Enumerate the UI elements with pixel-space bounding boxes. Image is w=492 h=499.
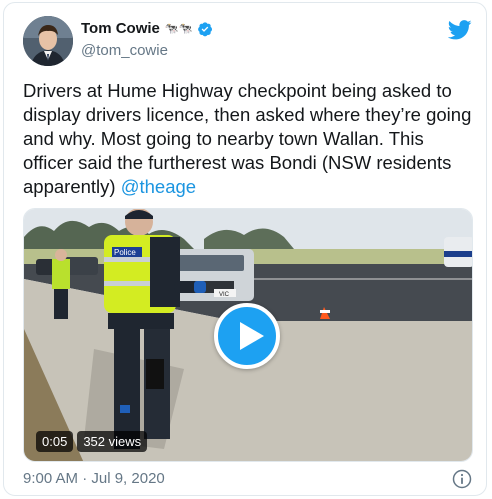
vest-text: Police [114,248,136,257]
play-icon [240,322,264,350]
tweet-card[interactable]: Tom Cowie 🐄🐄 @tom_cowie Drivers at Hume … [3,2,487,496]
tweet-body: Drivers at Hume Highway checkpoint being… [23,80,472,197]
video-views: 352 views [77,431,148,452]
video-player[interactable]: VIC Police 0:05 352 views [23,208,473,462]
tweet-text: Drivers at Hume Highway checkpoint being… [23,79,478,199]
author-handle[interactable]: @tom_cowie [81,42,168,59]
tweet-timestamp[interactable]: 9:00 AM · Jul 9, 2020 [23,470,165,487]
play-button[interactable] [214,303,280,369]
twitter-bird-icon[interactable] [448,20,472,40]
cow-emoji: 🐄🐄 [164,23,193,35]
video-duration: 0:05 [36,431,74,452]
info-icon[interactable] [452,469,472,489]
mention-link[interactable]: @theage [121,176,196,197]
verified-badge-icon [198,21,213,36]
author-name[interactable]: Tom Cowie [81,20,160,37]
plate-text: VIC [219,292,230,298]
avatar[interactable] [23,16,73,66]
